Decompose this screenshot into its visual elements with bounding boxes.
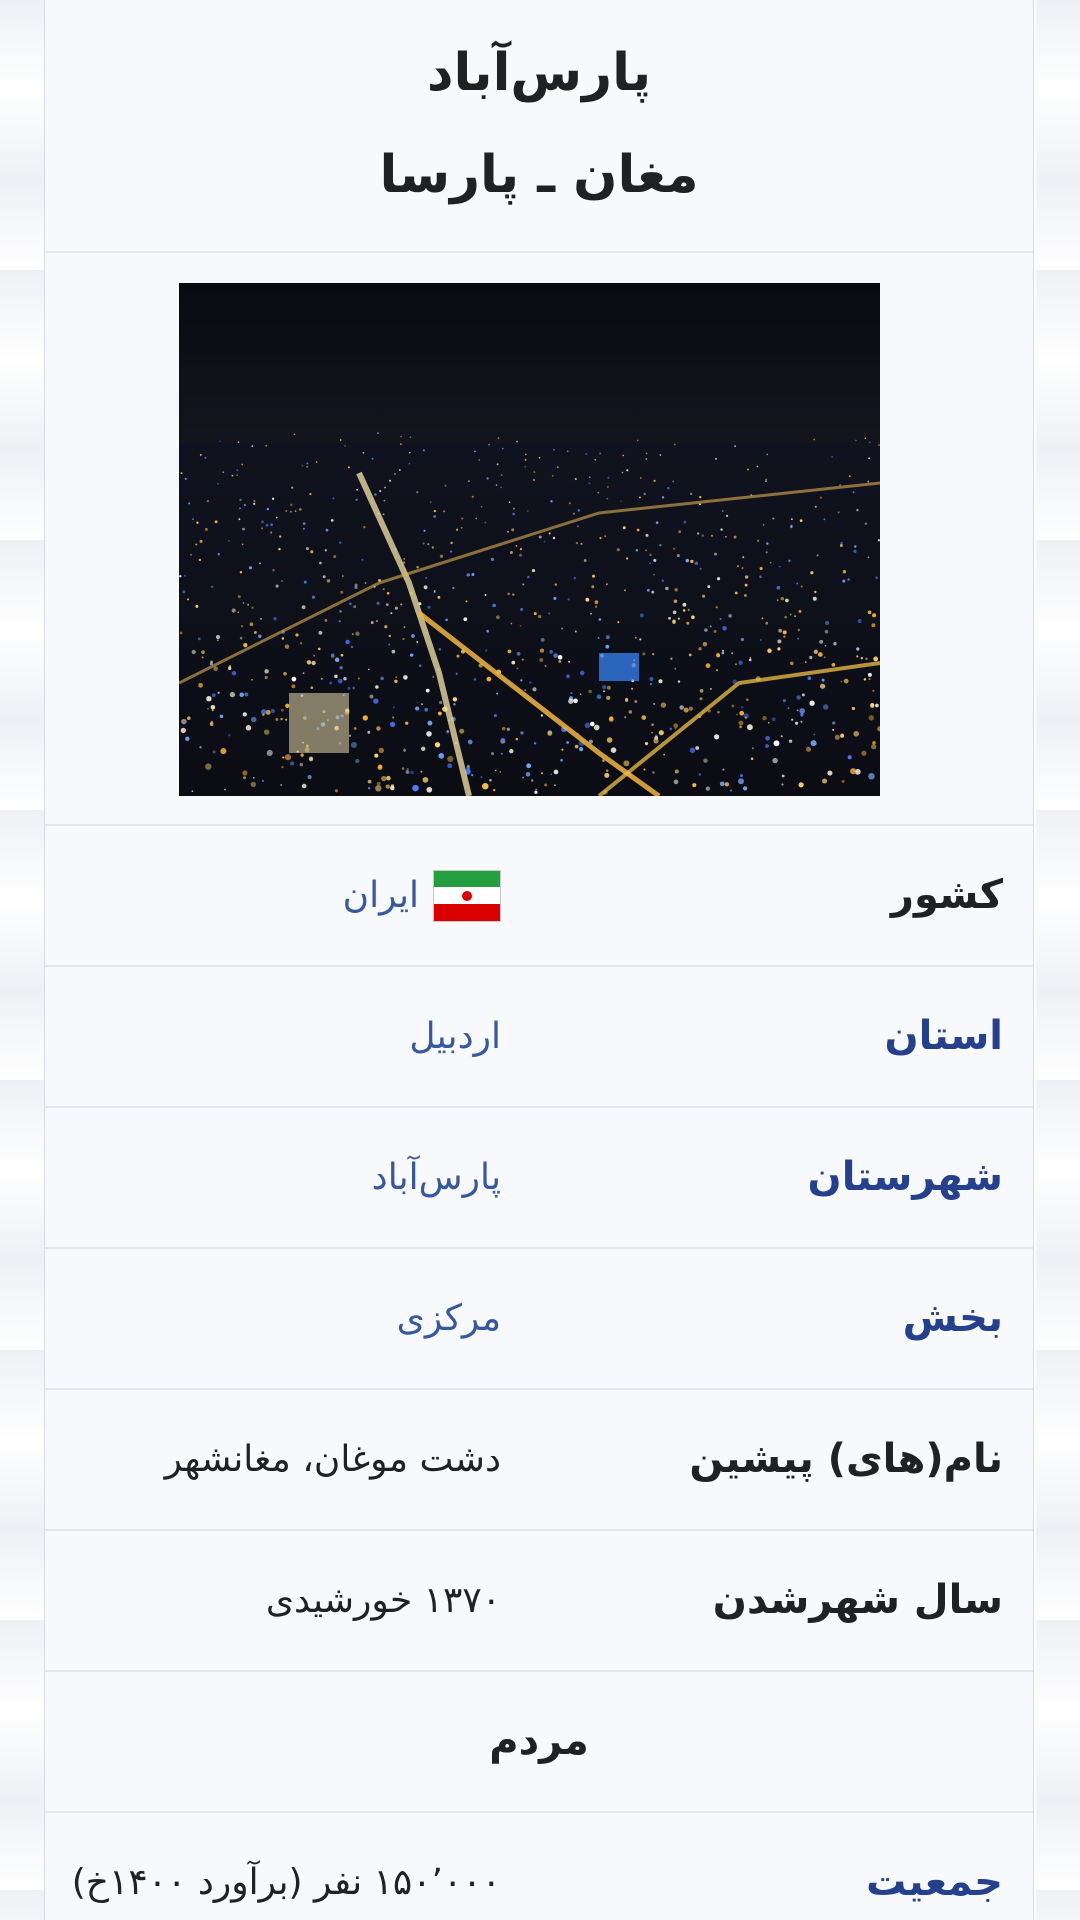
row-label-district[interactable]: بخش [903, 1249, 1003, 1388]
row-label-province[interactable]: استان [884, 967, 1003, 1106]
row-label-country: کشور [890, 872, 1003, 918]
page: پارس‌آباد مغان ـ پارسا [0, 0, 1080, 1920]
infobox-row-district: بخش مرکزی [45, 1249, 1033, 1390]
row-value-country[interactable]: ایران [343, 826, 501, 965]
infobox-row-population: جمعیت ۱۵۰٬۰۰۰ نفر (برآورد ۱۴۰۰خ) [45, 1813, 1033, 1920]
row-label-county[interactable]: شهرستان [808, 1108, 1003, 1247]
infobox-image-block [45, 253, 1033, 826]
row-value-province[interactable]: اردبیل [409, 967, 501, 1106]
row-value-county[interactable]: پارس‌آباد [372, 1108, 501, 1247]
left-edge-decoration [0, 0, 44, 1920]
infobox-title: پارس‌آباد [426, 43, 652, 103]
row-label-population[interactable]: جمعیت [866, 1813, 1003, 1920]
infobox-subtitle: مغان ـ پارسا [379, 145, 699, 205]
infobox-row-province: استان اردبیل [45, 967, 1033, 1108]
infobox-row-county: شهرستان پارس‌آباد [45, 1108, 1033, 1249]
right-edge-decoration [1036, 0, 1080, 1920]
section-header-people: مردم [45, 1672, 1033, 1813]
infobox-row-country: کشور ایران [45, 826, 1033, 967]
row-value-former-names: دشت موغان، مغانشهر [164, 1439, 501, 1480]
infobox-row-city-status-year: سال شهرشدن ۱۳۷۰ خورشیدی [45, 1531, 1033, 1672]
row-value-city-status-year: ۱۳۷۰ خورشیدی [265, 1580, 501, 1621]
infobox-row-former-names: نام(های) پیشین دشت موغان، مغانشهر [45, 1390, 1033, 1531]
iran-flag-icon [433, 869, 501, 922]
row-label-former-names: نام(های) پیشین [689, 1436, 1003, 1482]
city-night-photo-graphic [179, 283, 880, 796]
country-link[interactable]: ایران [343, 826, 419, 965]
infobox: پارس‌آباد مغان ـ پارسا [44, 0, 1034, 1920]
row-label-city-status-year: سال شهرشدن [712, 1577, 1003, 1623]
infobox-title-block: پارس‌آباد مغان ـ پارسا [45, 0, 1033, 253]
city-night-photo[interactable] [179, 283, 880, 796]
row-value-district[interactable]: مرکزی [397, 1249, 501, 1388]
row-value-population: ۱۵۰٬۰۰۰ نفر (برآورد ۱۴۰۰خ) [71, 1862, 501, 1903]
